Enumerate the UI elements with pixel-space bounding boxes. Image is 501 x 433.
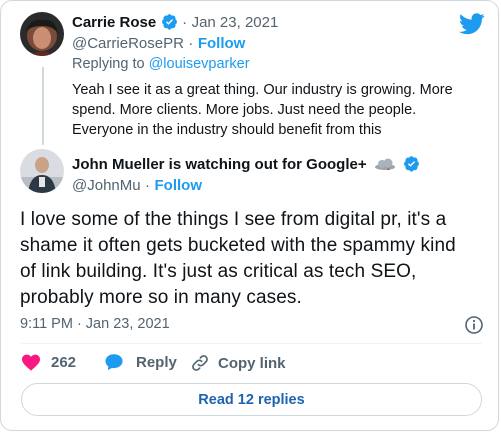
- reply-label: Reply: [136, 353, 177, 371]
- reply-author-name[interactable]: Carrie Rose: [72, 14, 156, 31]
- info-icon[interactable]: [464, 315, 484, 335]
- main-tweet-text: I love some of the things I see from dig…: [20, 207, 456, 311]
- reply-handle-row: @CarrieRosePR · Follow: [72, 35, 245, 53]
- reply-handle-sep: ·: [188, 35, 194, 52]
- reply-tweet-text: Yeah I see it as a great thing. Our indu…: [72, 80, 453, 140]
- twitter-logo-icon[interactable]: [459, 13, 485, 35]
- reply-sep: ·: [182, 14, 188, 31]
- thread-connector-line: [42, 67, 44, 145]
- avatar-john-mueller[interactable]: [20, 149, 64, 193]
- main-author-name[interactable]: John Mueller is watching out for Google+: [72, 156, 367, 173]
- main-handle-sep: ·: [145, 177, 151, 194]
- verified-badge-icon: [161, 13, 178, 30]
- main-text-line-4: probably more so in many cases.: [20, 287, 302, 308]
- verified-badge-icon: [403, 155, 420, 172]
- avatar-carrie-rose[interactable]: [20, 12, 64, 56]
- reply-bubble-icon: [104, 353, 124, 371]
- follow-john-button[interactable]: Follow: [155, 177, 203, 194]
- follow-carrie-button[interactable]: Follow: [198, 35, 246, 52]
- like-button[interactable]: 262: [21, 353, 76, 371]
- main-timestamp[interactable]: 9:11 PM · Jan 23, 2021: [20, 316, 170, 332]
- main-handle[interactable]: @JohnMu: [72, 177, 141, 194]
- heart-icon: [21, 353, 41, 371]
- main-text-line-2: shame it often gets bucketed with the sp…: [20, 235, 456, 256]
- main-handle-row: @JohnMu · Follow: [72, 177, 202, 195]
- replying-to-mention[interactable]: @louisevparker: [149, 56, 250, 72]
- replying-to-line: Replying to @louisevparker: [72, 56, 250, 72]
- copy-link-button[interactable]: Copy link: [190, 353, 286, 373]
- reply-header-row: Carrie Rose · Jan 23, 2021: [72, 13, 278, 32]
- main-text-line-1: I love some of the things I see from dig…: [20, 209, 447, 230]
- reply-text-line-2: spend. More clients. More jobs. Just nee…: [72, 102, 417, 118]
- link-icon: [190, 353, 210, 373]
- main-text-line-3: of link building. It's just as critical …: [20, 261, 417, 282]
- main-header-row: John Mueller is watching out for Google+: [72, 155, 420, 174]
- read-replies-button[interactable]: Read 12 replies: [21, 383, 482, 416]
- copy-link-label: Copy link: [218, 354, 286, 372]
- reply-date[interactable]: Jan 23, 2021: [192, 14, 279, 31]
- cloud-emoji-icon: [374, 157, 396, 170]
- replying-to-prefix: Replying to: [72, 56, 149, 72]
- reply-handle[interactable]: @CarrieRosePR: [72, 35, 184, 52]
- embedded-tweet-card: Carrie Rose · Jan 23, 2021 @CarrieRosePR…: [0, 0, 499, 431]
- like-count: 262: [51, 353, 77, 371]
- reply-button[interactable]: Reply: [104, 353, 177, 371]
- reply-text-line-1: Yeah I see it as a great thing. Our indu…: [72, 82, 453, 98]
- actions-divider: [21, 343, 482, 344]
- reply-text-line-3: Everyone in the industry should benefit …: [72, 122, 382, 138]
